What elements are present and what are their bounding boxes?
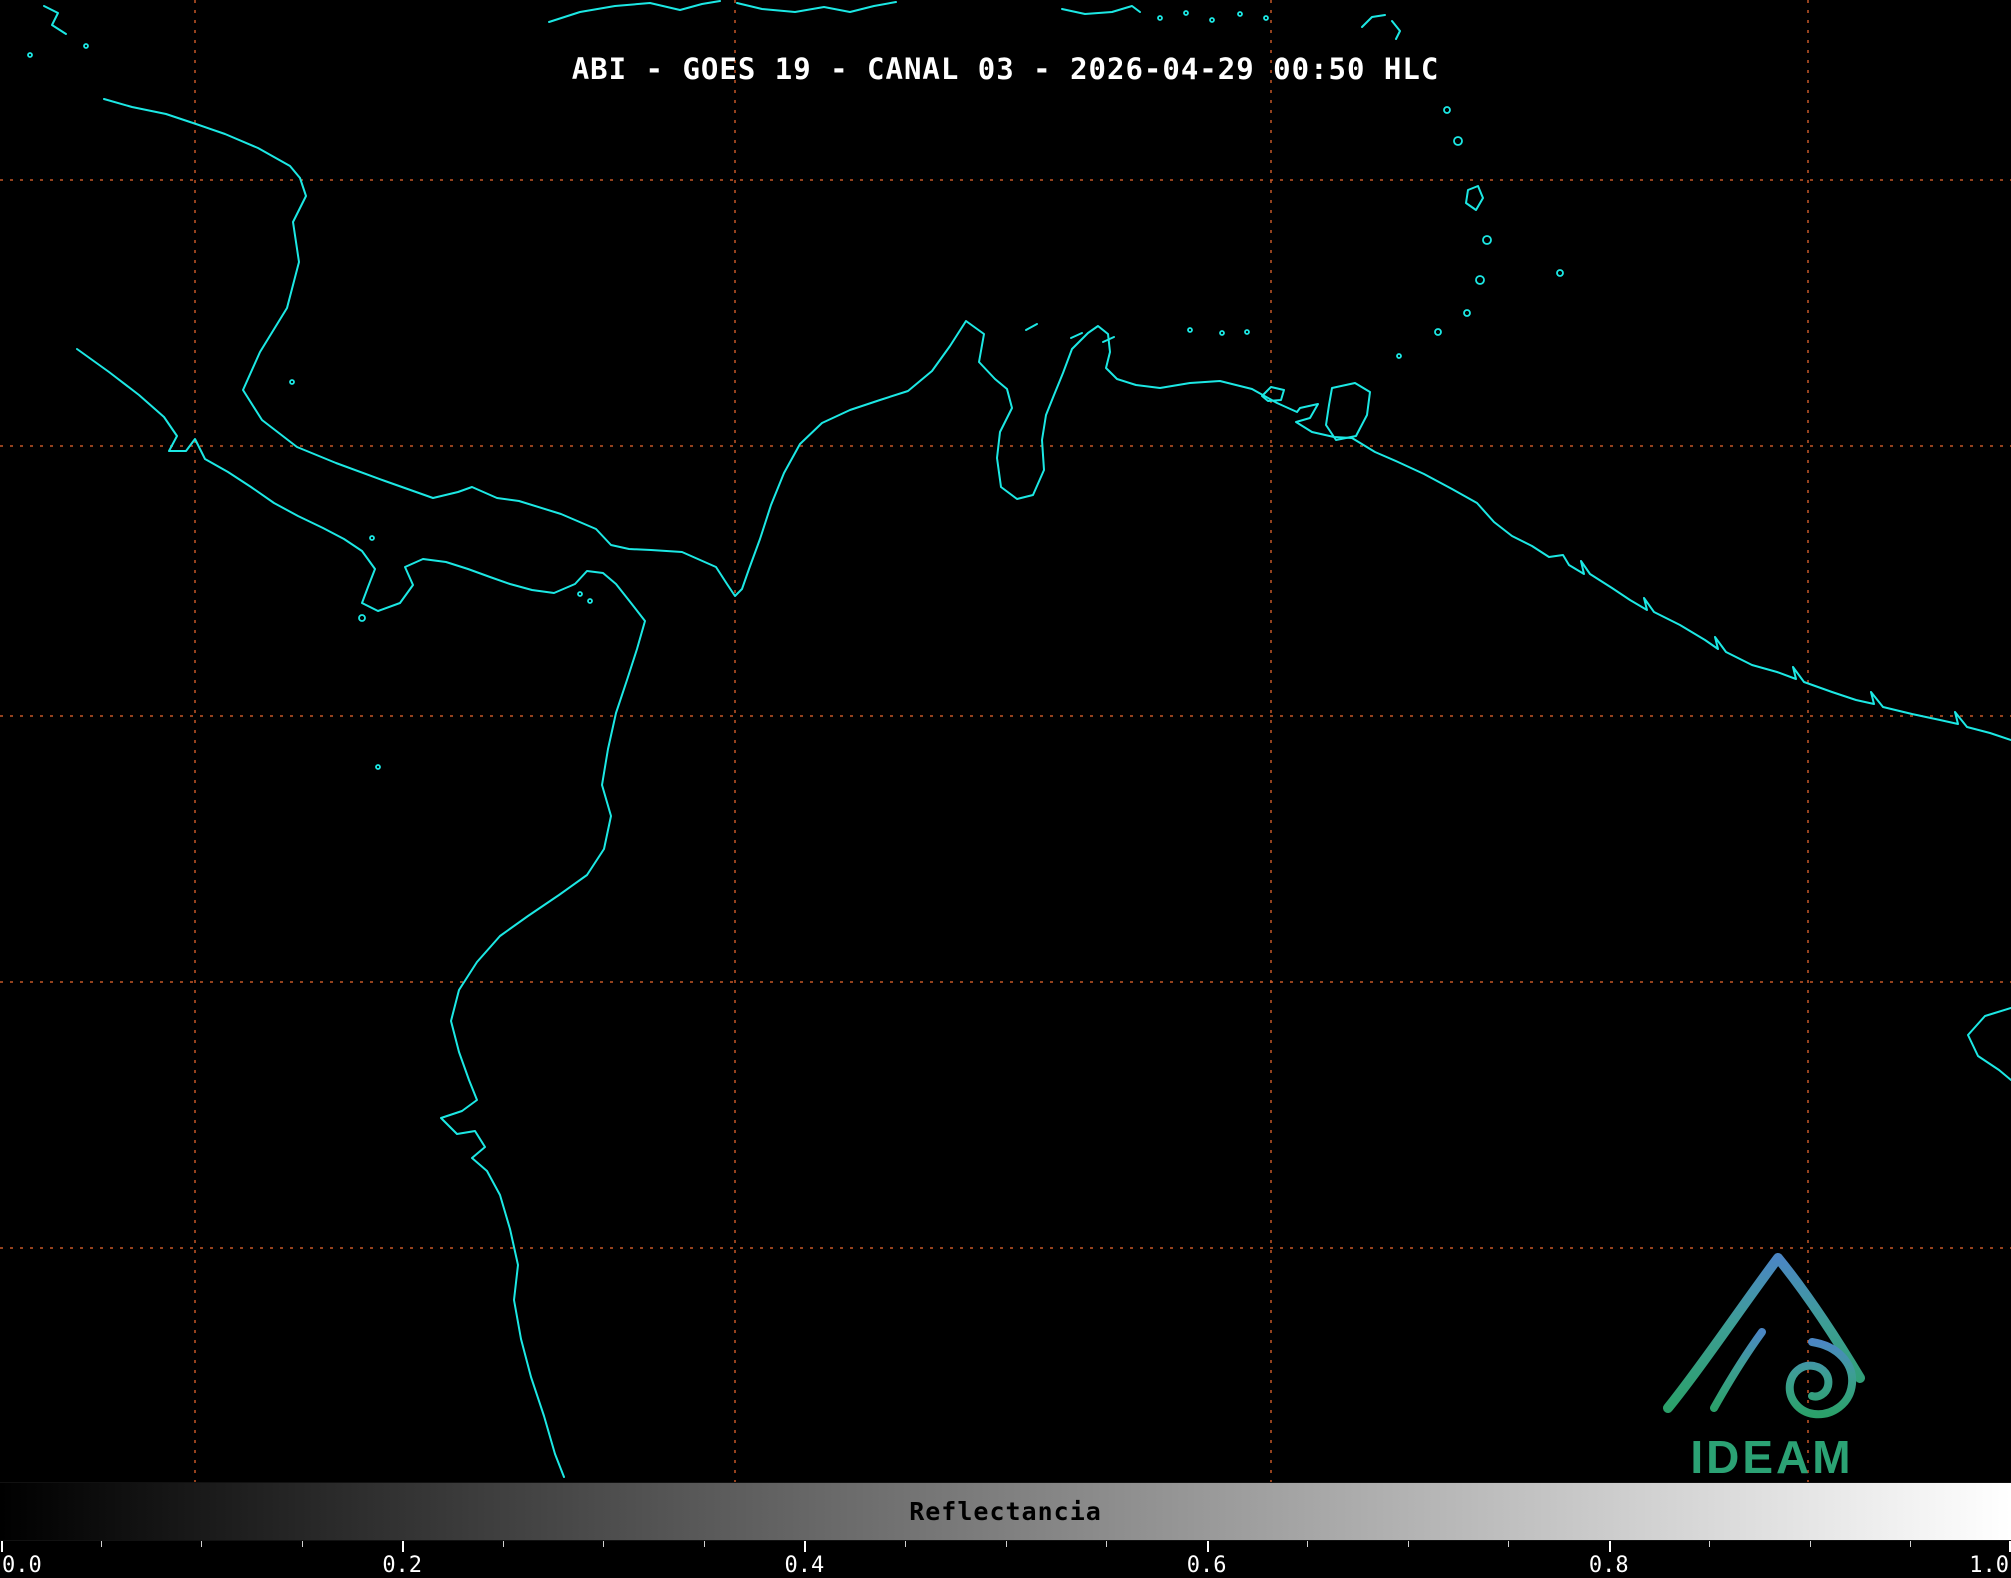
small-island bbox=[577, 591, 583, 597]
colorbar-tick bbox=[402, 1541, 405, 1552]
colorbar-tick-label: 0.4 bbox=[784, 1553, 825, 1578]
colorbar-title: Reflectancia bbox=[909, 1497, 1102, 1526]
colorbar-tick-label: 0.2 bbox=[382, 1553, 423, 1578]
small-island bbox=[1209, 17, 1215, 23]
small-island bbox=[358, 614, 366, 622]
small-island bbox=[1475, 275, 1485, 285]
colorbar-minor-tick bbox=[1407, 1541, 1409, 1547]
small-island bbox=[587, 598, 593, 604]
coastline-bay-islands-fragment bbox=[43, 5, 67, 35]
coastline-trinidad-island bbox=[1325, 382, 1371, 441]
colorbar: Reflectancia 0.0 0.2 0.4 0.6 0.8 1.0 bbox=[0, 1482, 2011, 1578]
colorbar-minor-tick bbox=[904, 1541, 906, 1547]
satellite-image-viewport: ABI - GOES 19 - CANAL 03 - 2026-04-29 00… bbox=[0, 0, 2011, 1578]
mountain-spiral-icon bbox=[1663, 1253, 1865, 1419]
colorbar-tick-label: 0.8 bbox=[1588, 1553, 1629, 1578]
small-island bbox=[1434, 328, 1442, 336]
small-island bbox=[1453, 136, 1463, 146]
colorbar-minor-tick bbox=[1106, 1541, 1108, 1547]
coastline-pacific-coast-central-south-america bbox=[76, 348, 646, 1478]
colorbar-minor-tick bbox=[201, 1541, 203, 1547]
colorbar-tick-label: 1.0 bbox=[1969, 1553, 2009, 1578]
colorbar-tick bbox=[1, 1541, 3, 1552]
colorbar-minor-tick bbox=[1005, 1541, 1007, 1547]
colorbar-minor-tick bbox=[1307, 1541, 1309, 1547]
coastline-puerto-rico-south-coast bbox=[1061, 5, 1141, 15]
colorbar-minor-tick bbox=[301, 1541, 303, 1547]
colorbar-minor-tick bbox=[100, 1541, 102, 1547]
small-island bbox=[289, 379, 295, 385]
small-island bbox=[375, 764, 381, 770]
small-island bbox=[1263, 15, 1269, 21]
small-island bbox=[1187, 327, 1193, 333]
coastline-margarita-island bbox=[1261, 386, 1285, 402]
colorbar-gradient: Reflectancia bbox=[0, 1482, 2011, 1541]
coastline-curacao-island bbox=[1070, 332, 1083, 339]
coastline-amazon-mouth-coast bbox=[1967, 1007, 2011, 1081]
colorbar-tick-label: 0.6 bbox=[1186, 1553, 1227, 1578]
coastline-hispaniola-south-coast-west bbox=[548, 0, 721, 23]
hurricane-spiral-icon bbox=[1785, 1338, 1857, 1419]
small-island bbox=[1237, 11, 1243, 17]
colorbar-axis: 0.0 0.2 0.4 0.6 0.8 1.0 bbox=[0, 1541, 2011, 1578]
small-island bbox=[83, 43, 89, 49]
colorbar-tick-label: 0.0 bbox=[2, 1553, 42, 1578]
small-island bbox=[1443, 106, 1451, 114]
small-island bbox=[1157, 15, 1163, 21]
colorbar-minor-tick bbox=[1508, 1541, 1510, 1547]
small-island bbox=[369, 535, 375, 541]
colorbar-minor-tick bbox=[1910, 1541, 1912, 1547]
colorbar-tick bbox=[804, 1541, 807, 1552]
ideam-logo: IDEAM bbox=[1652, 1246, 1892, 1483]
ideam-logo-text: IDEAM bbox=[1690, 1431, 1854, 1483]
image-title: ABI - GOES 19 - CANAL 03 - 2026-04-29 00… bbox=[571, 52, 1440, 86]
small-island bbox=[1556, 269, 1564, 277]
colorbar-minor-tick bbox=[1709, 1541, 1711, 1547]
colorbar-minor-tick bbox=[703, 1541, 705, 1547]
colorbar-tick bbox=[1608, 1541, 1611, 1552]
coastline-guadeloupe-fragment-b bbox=[1391, 20, 1401, 40]
colorbar-minor-tick bbox=[603, 1541, 605, 1547]
small-island bbox=[1482, 235, 1492, 245]
small-island bbox=[1219, 330, 1225, 336]
coastline-martinique-island bbox=[1465, 185, 1484, 211]
small-island bbox=[1244, 329, 1250, 335]
small-island bbox=[1183, 10, 1189, 16]
colorbar-minor-tick bbox=[1809, 1541, 1811, 1547]
colorbar-minor-tick bbox=[502, 1541, 504, 1547]
small-island bbox=[1396, 353, 1402, 359]
coastline-guadeloupe-fragment-a bbox=[1361, 14, 1386, 28]
coastline-hispaniola-south-coast-east bbox=[736, 1, 897, 13]
colorbar-tick bbox=[1206, 1541, 1209, 1552]
coastline-caribbean-and-north-south-america-coast bbox=[103, 98, 2011, 741]
coastline-aruba-island bbox=[1025, 323, 1038, 331]
small-island bbox=[1463, 309, 1471, 317]
